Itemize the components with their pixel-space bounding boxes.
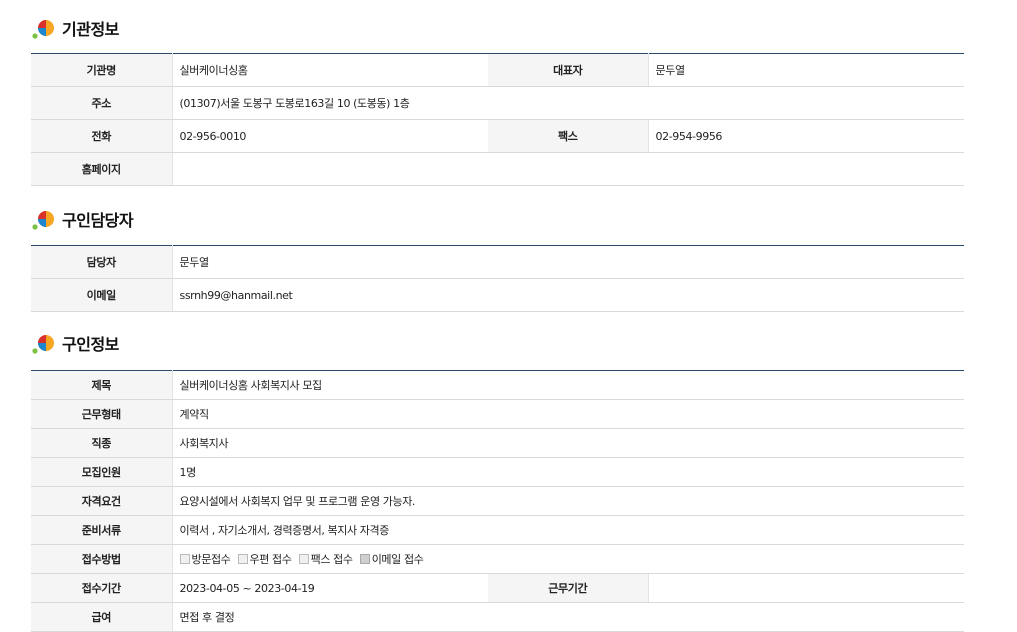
section-title-org: 기관정보: [32, 16, 119, 40]
org-info-table: 기관명 실버케이너싱홈 대표자 문두열 주소 (01307)서울 도봉구 도봉로…: [31, 53, 964, 186]
contact-email-label: 이메일: [31, 278, 173, 312]
checkbox-icon: [179, 554, 190, 564]
org-fax-label: 팩스: [488, 119, 649, 153]
method-option-fax: 팩스 접수: [298, 553, 353, 566]
table-row: 이메일 ssrnh99@hanmail.net: [31, 278, 964, 312]
job-docs-label: 준비서류: [31, 515, 173, 545]
org-rep-label: 대표자: [488, 53, 649, 87]
job-subject-value: 실버케이너싱홈 사회복지사 모집: [172, 370, 965, 400]
section-title-text: 구인담당자: [62, 211, 134, 230]
table-row: 준비서류 이력서 , 자기소개서, 경력증명서, 복지사 자격증: [31, 515, 965, 545]
org-tel-label: 전화: [31, 119, 173, 153]
table-row: 접수기간 2023-04-05 ~ 2023-04-19 근무기간: [31, 573, 965, 603]
table-row: 모집인원 1명: [31, 457, 965, 487]
section-logo-icon: [32, 207, 56, 231]
job-occ-label: 직종: [31, 428, 173, 458]
section-title-job: 구인정보: [32, 331, 119, 355]
job-pay-value: 면접 후 결정: [172, 602, 965, 632]
org-name-value: 실버케이너싱홈: [172, 53, 488, 87]
method-option-label: 방문접수: [191, 553, 231, 566]
job-qual-label: 자격요건: [31, 486, 173, 516]
table-row: 급여 면접 후 결정: [31, 602, 965, 632]
org-addr-value: (01307)서울 도봉구 도봉로163길 10 (도봉동) 1층: [172, 86, 964, 120]
job-method-label: 접수방법: [31, 544, 173, 574]
section-title-text: 기관정보: [62, 20, 119, 39]
contact-info-table: 담당자 문두열 이메일 ssrnh99@hanmail.net: [31, 245, 964, 312]
section-title-contact: 구인담당자: [32, 207, 134, 231]
org-home-label: 홈페이지: [31, 152, 173, 186]
table-row: 근무형태 계약직: [31, 399, 965, 429]
method-option-visit: 방문접수: [179, 553, 231, 566]
checkbox-checked-icon: [359, 554, 370, 564]
section-logo-icon: [32, 331, 56, 355]
job-workperiod-value: [647, 573, 965, 603]
contact-person-value: 문두열: [172, 245, 964, 279]
job-docs-value: 이력서 , 자기소개서, 경력증명서, 복지사 자격증: [172, 515, 965, 545]
job-subject-label: 제목: [31, 370, 173, 400]
method-option-label: 팩스 접수: [310, 553, 353, 566]
contact-person-label: 담당자: [31, 245, 173, 279]
job-info-table: 제목 실버케이너싱홈 사회복지사 모집 근무형태 계약직 직종 사회복지사 모집…: [31, 370, 965, 632]
method-option-label: 이메일 접수: [371, 553, 424, 566]
method-option-email: 이메일 접수: [359, 553, 424, 566]
org-fax-value: 02-954-9956: [647, 119, 964, 153]
job-type-value: 계약직: [172, 399, 965, 429]
table-row: 기관명 실버케이너싱홈 대표자 문두열: [31, 53, 964, 87]
table-row: 담당자 문두열: [31, 245, 964, 279]
table-row: 직종 사회복지사: [31, 428, 965, 458]
job-type-label: 근무형태: [31, 399, 173, 429]
checkbox-icon: [237, 554, 248, 564]
job-period-value: 2023-04-05 ~ 2023-04-19: [172, 573, 488, 603]
org-rep-value: 문두열: [647, 53, 964, 87]
job-method-options: 방문접수 우편 접수 팩스 접수 이메일 접수: [172, 544, 965, 574]
table-row: 전화 02-956-0010 팩스 02-954-9956: [31, 119, 964, 153]
job-period-label: 접수기간: [31, 573, 173, 603]
job-workperiod-label: 근무기간: [488, 573, 649, 603]
job-count-value: 1명: [172, 457, 965, 487]
checkbox-icon: [298, 554, 309, 564]
table-row: 주소 (01307)서울 도봉구 도봉로163길 10 (도봉동) 1층: [31, 86, 964, 120]
method-option-mail: 우편 접수: [237, 553, 292, 566]
job-pay-label: 급여: [31, 602, 173, 632]
section-title-text: 구인정보: [62, 335, 119, 354]
job-detail-page: 기관정보 기관명 실버케이너싱홈 대표자 문두열 주소 (01307)서울 도봉…: [0, 0, 1017, 632]
method-option-label: 우편 접수: [249, 553, 292, 566]
org-tel-value: 02-956-0010: [172, 119, 488, 153]
table-row: 자격요건 요양시설에서 사회복지 업무 및 프로그램 운영 가능자.: [31, 486, 965, 516]
contact-email-value[interactable]: ssrnh99@hanmail.net: [172, 278, 964, 312]
section-logo-icon: [32, 16, 56, 40]
job-qual-value: 요양시설에서 사회복지 업무 및 프로그램 운영 가능자.: [172, 486, 965, 516]
table-row: 접수방법 방문접수 우편 접수 팩스 접수 이메일 접수: [31, 544, 965, 574]
job-occ-value: 사회복지사: [172, 428, 965, 458]
org-name-label: 기관명: [31, 53, 173, 87]
table-row: 제목 실버케이너싱홈 사회복지사 모집: [31, 370, 965, 400]
org-addr-label: 주소: [31, 86, 173, 120]
job-count-label: 모집인원: [31, 457, 173, 487]
org-home-value[interactable]: [172, 152, 964, 186]
table-row: 홈페이지: [31, 152, 964, 186]
